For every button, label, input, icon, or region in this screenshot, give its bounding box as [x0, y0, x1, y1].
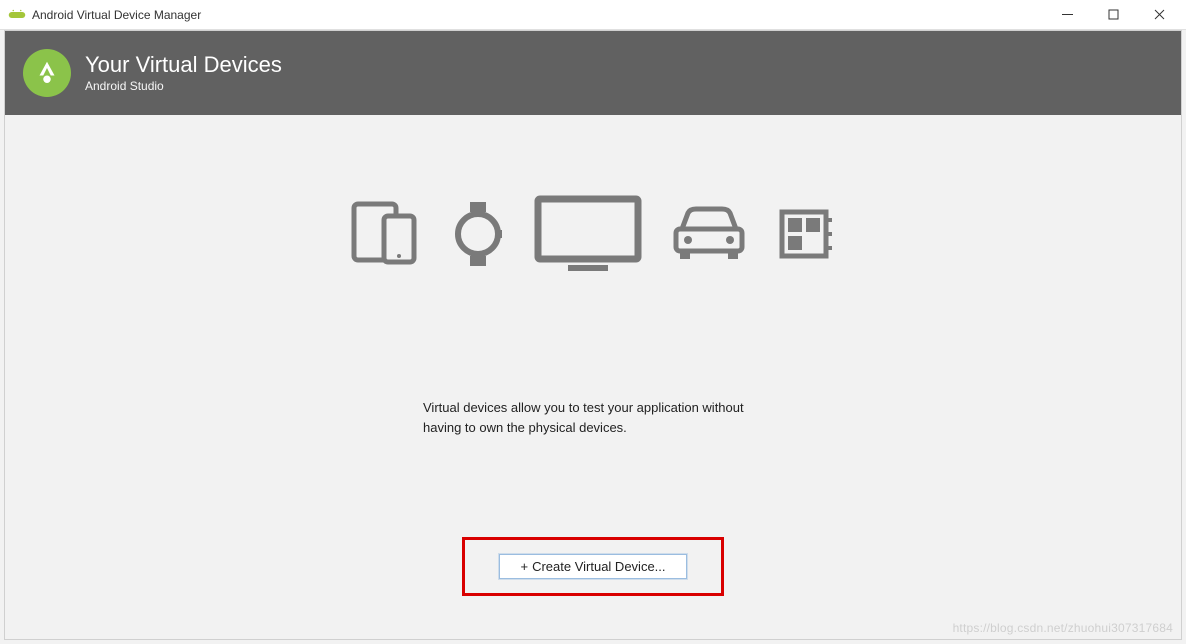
app-icon: [8, 6, 26, 24]
window-controls: [1044, 0, 1182, 30]
info-text: Virtual devices allow you to test your a…: [423, 398, 763, 437]
phone-tablet-icon: [350, 200, 422, 273]
things-icon: [776, 206, 836, 267]
close-button[interactable]: [1136, 0, 1182, 30]
content: Your Virtual Devices Android Studio: [4, 30, 1182, 640]
watermark-text: https://blog.csdn.net/zhuohui307317684: [953, 621, 1173, 635]
window-title: Android Virtual Device Manager: [32, 8, 201, 22]
wear-icon: [450, 200, 506, 273]
header-texts: Your Virtual Devices Android Studio: [85, 53, 282, 93]
create-button-label: Create Virtual Device...: [532, 559, 665, 574]
create-virtual-device-button[interactable]: + Create Virtual Device...: [499, 554, 686, 579]
maximize-button[interactable]: [1090, 0, 1136, 30]
highlight-box: + Create Virtual Device...: [462, 537, 723, 596]
minimize-button[interactable]: [1044, 0, 1090, 30]
plus-icon: +: [520, 559, 528, 574]
android-studio-logo: [23, 49, 71, 97]
main-area: Virtual devices allow you to test your a…: [5, 115, 1181, 596]
page-subtitle: Android Studio: [85, 79, 282, 93]
tv-icon: [534, 195, 642, 278]
header-band: Your Virtual Devices Android Studio: [5, 31, 1181, 115]
page-title: Your Virtual Devices: [85, 53, 282, 77]
titlebar: Android Virtual Device Manager: [0, 0, 1186, 30]
device-category-icons: [350, 195, 836, 278]
automotive-icon: [670, 205, 748, 268]
